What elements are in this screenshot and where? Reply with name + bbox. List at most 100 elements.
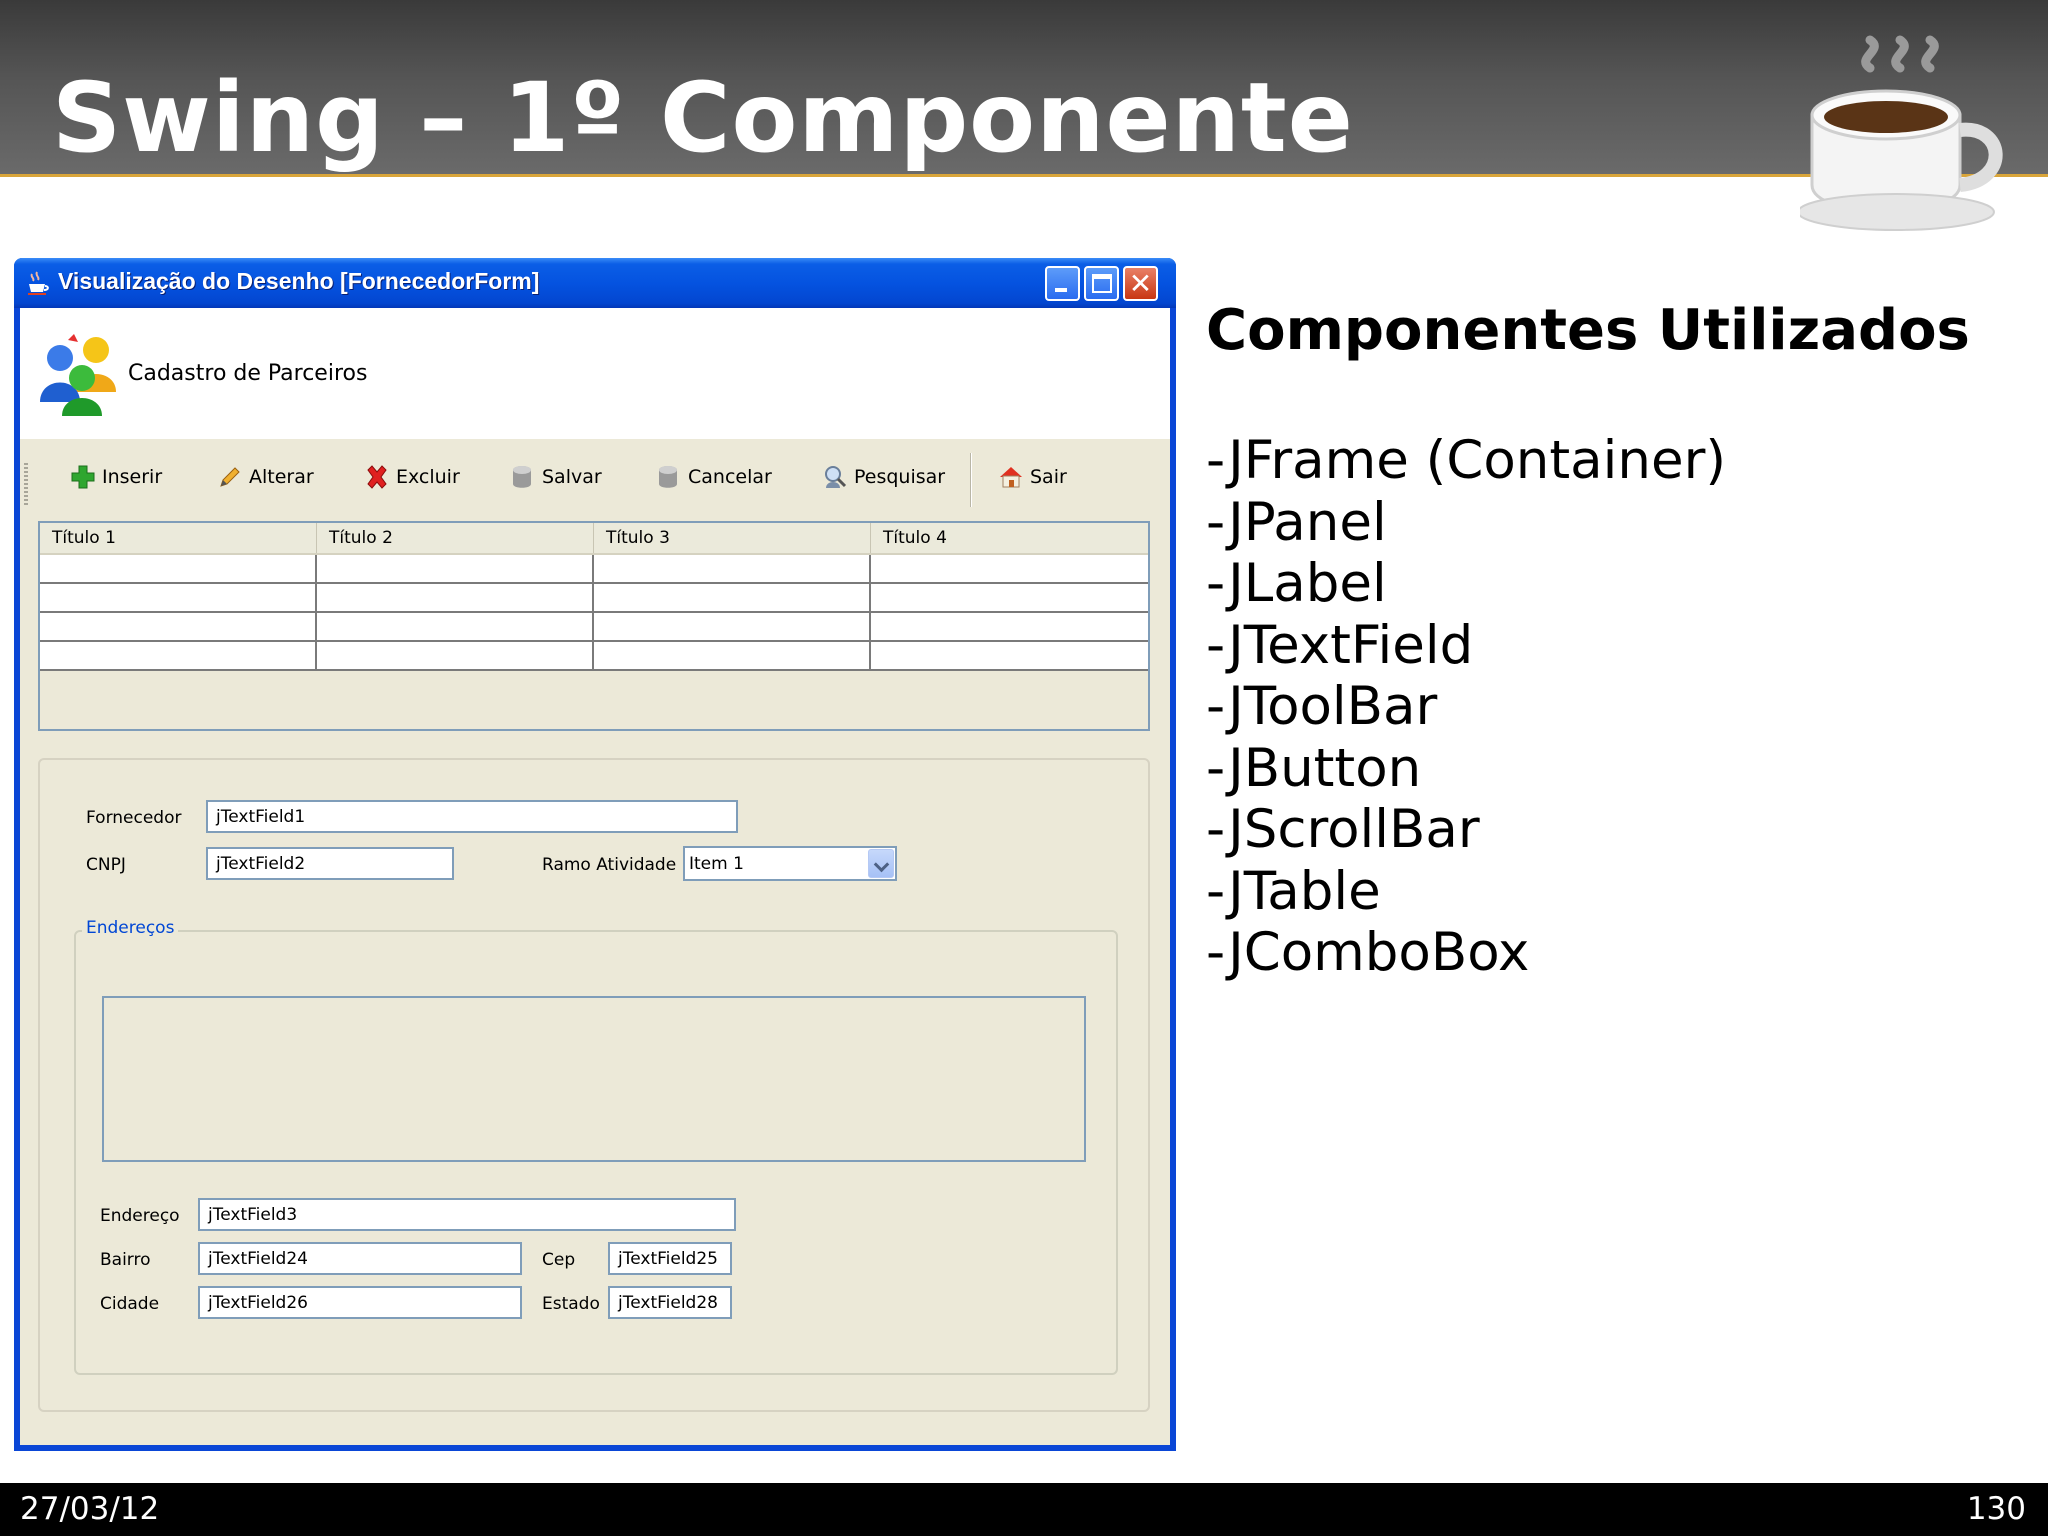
cep-label: Cep	[542, 1250, 576, 1270]
coffee-cup-icon	[1800, 35, 2003, 231]
database-save-icon	[513, 466, 531, 488]
table-cell[interactable]	[871, 642, 1148, 671]
delete-x-icon	[367, 465, 387, 489]
component-item: -JScrollBar	[1206, 799, 1480, 860]
java-app-icon	[28, 271, 49, 295]
table-cell[interactable]	[594, 555, 871, 584]
table-header-cell[interactable]: Título 3	[594, 523, 871, 553]
close-button[interactable]: ✕	[1123, 266, 1158, 301]
table-cell[interactable]	[871, 613, 1148, 642]
enderecos-legend: Endereços	[82, 918, 179, 938]
chevron-down-icon[interactable]	[868, 849, 894, 878]
component-item: -JComboBox	[1206, 922, 1530, 983]
pencil-icon	[220, 467, 240, 487]
salvar-label: Salvar	[542, 466, 602, 488]
cnpj-field[interactable]: jTextField2	[206, 847, 454, 880]
cnpj-label: CNPJ	[86, 855, 126, 875]
table-cell[interactable]	[317, 613, 594, 642]
window-title: Visualização do Desenho [FornecedorForm]	[58, 268, 540, 294]
pesquisar-button[interactable]: Pesquisar	[822, 459, 945, 495]
estado-field[interactable]: jTextField28	[608, 1286, 732, 1319]
users-icon	[40, 334, 116, 416]
table-row[interactable]	[40, 584, 1148, 613]
table-cell[interactable]	[871, 555, 1148, 584]
components-heading: Componentes Utilizados	[1206, 298, 1970, 363]
sair-label: Sair	[1030, 466, 1067, 488]
sair-button[interactable]: Sair	[998, 459, 1067, 495]
ramo-atividade-selected: Item 1	[689, 854, 744, 874]
swing-window: Visualização do Desenho [FornecedorForm]…	[14, 258, 1176, 1451]
table-cell[interactable]	[594, 584, 871, 613]
inserir-label: Inserir	[102, 466, 163, 488]
salvar-button[interactable]: Salvar	[510, 459, 602, 495]
table-cell[interactable]	[40, 642, 317, 671]
component-item: -JToolBar	[1206, 676, 1438, 737]
cidade-field[interactable]: jTextField26	[198, 1286, 522, 1319]
minimize-button[interactable]	[1045, 266, 1080, 301]
component-item: -JLabel	[1206, 553, 1387, 614]
ramo-atividade-label: Ramo Atividade	[542, 855, 677, 875]
slide-page-number: 130	[1966, 1491, 2026, 1527]
component-item: -JFrame (Container)	[1206, 430, 1727, 491]
database-cancel-icon	[659, 466, 677, 488]
component-item: -JTextField	[1206, 614, 1474, 676]
banner-panel: Cadastro de Parceiros	[20, 308, 1170, 439]
table-cell[interactable]	[871, 584, 1148, 613]
bairro-field[interactable]: jTextField24	[198, 1242, 522, 1275]
table-cell[interactable]	[594, 613, 871, 642]
window-titlebar[interactable]: Visualização do Desenho [FornecedorForm]…	[14, 258, 1176, 308]
fornecedor-field[interactable]: jTextField1	[206, 800, 738, 833]
bairro-label: Bairro	[100, 1250, 151, 1270]
component-item: -JTable	[1206, 860, 1381, 922]
search-user-icon	[825, 466, 847, 488]
table-cell[interactable]	[594, 642, 871, 671]
table-row[interactable]	[40, 613, 1148, 642]
table-header-cell[interactable]: Título 1	[40, 523, 317, 553]
table-body	[40, 555, 1148, 671]
table-cell[interactable]	[317, 642, 594, 671]
cancelar-label: Cancelar	[688, 466, 772, 488]
fornecedor-label: Fornecedor	[86, 808, 182, 828]
slide-title: Swing – 1º Componente	[52, 62, 1354, 174]
cancelar-button[interactable]: Cancelar	[656, 459, 772, 495]
toolbar-grip[interactable]	[24, 463, 28, 505]
endereco-field[interactable]: jTextField3	[198, 1198, 736, 1231]
components-list: -JFrame (Container) -JPanel -JLabel -JTe…	[1206, 430, 1726, 984]
alterar-button[interactable]: Alterar	[217, 459, 314, 495]
table-scroll-pane[interactable]: Título 1 Título 2 Título 3 Título 4	[38, 521, 1150, 731]
component-item: -JButton	[1206, 737, 1422, 799]
toolbar-separator	[970, 453, 972, 507]
enderecos-list[interactable]	[102, 996, 1086, 1162]
maximize-button[interactable]	[1084, 266, 1119, 301]
table-cell[interactable]	[317, 584, 594, 613]
table-header: Título 1 Título 2 Título 3 Título 4	[40, 523, 1148, 555]
table-header-cell[interactable]: Título 2	[317, 523, 594, 553]
maximize-icon	[1092, 274, 1112, 293]
table-row[interactable]	[40, 555, 1148, 584]
endereco-label: Endereço	[100, 1206, 180, 1226]
banner-title: Cadastro de Parceiros	[128, 361, 368, 386]
window-content: Cadastro de Parceiros Inserir Alterar Ex…	[20, 308, 1170, 1445]
cidade-label: Cidade	[100, 1294, 160, 1314]
table-row[interactable]	[40, 642, 1148, 671]
excluir-button[interactable]: Excluir	[364, 459, 460, 495]
table-header-cell[interactable]: Título 4	[871, 523, 1148, 553]
slide-header: Swing – 1º Componente	[0, 0, 2048, 177]
excluir-label: Excluir	[396, 466, 460, 488]
minimize-icon	[1055, 288, 1067, 292]
slide-footer: 27/03/12 130	[0, 1483, 2048, 1536]
form-panel: Fornecedor jTextField1 CNPJ jTextField2 …	[38, 758, 1150, 1412]
plus-icon	[71, 465, 95, 489]
slide-date: 27/03/12	[20, 1491, 160, 1527]
table-cell[interactable]	[40, 613, 317, 642]
toolbar: Inserir Alterar Excluir Salvar Cancelar …	[20, 439, 1170, 515]
table-cell[interactable]	[40, 584, 317, 613]
inserir-button[interactable]: Inserir	[70, 459, 162, 495]
ramo-atividade-combo[interactable]: Item 1	[683, 846, 897, 881]
estado-label: Estado	[542, 1294, 600, 1314]
table-cell[interactable]	[317, 555, 594, 584]
close-icon: ✕	[1128, 267, 1153, 300]
table-cell[interactable]	[40, 555, 317, 584]
home-icon	[1000, 467, 1022, 488]
cep-field[interactable]: jTextField25	[608, 1242, 732, 1275]
